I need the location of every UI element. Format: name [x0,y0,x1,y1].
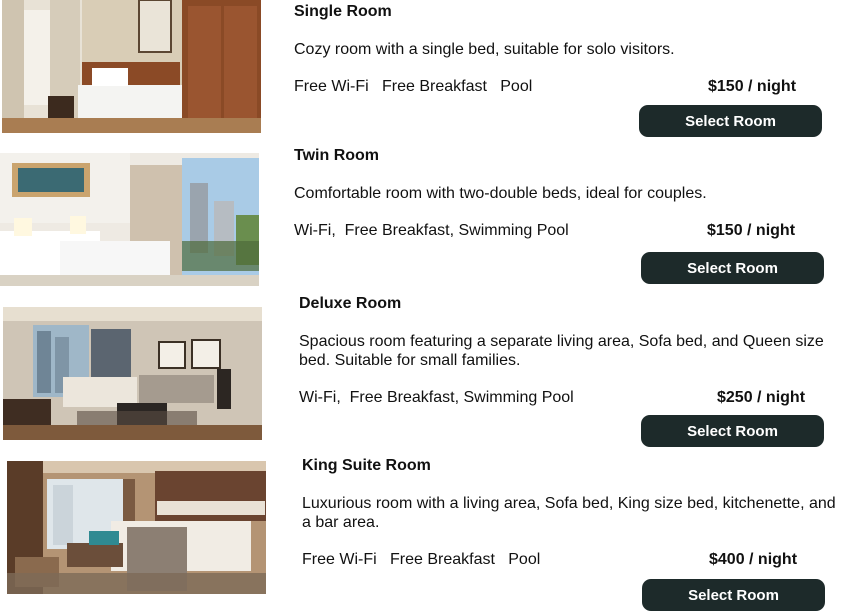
select-room-button[interactable]: Select Room [639,105,822,137]
room-title: Deluxe Room [299,295,402,312]
select-room-button[interactable]: Select Room [642,579,825,611]
room-title: Single Room [294,3,392,20]
select-room-button[interactable]: Select Room [641,415,824,447]
room-card-single: Single Room Cozy room with a single bed,… [0,0,850,140]
room-card-king-suite: King Suite Room Luxurious room with a li… [0,455,850,611]
room-description: Comfortable room with two-double beds, i… [294,185,707,202]
room-amenities: Wi-Fi, Free Breakfast, Swimming Pool [299,389,574,406]
single-room-photo [2,0,261,133]
room-price: $400 / night [709,551,798,568]
room-card-deluxe: Deluxe Room Spacious room featuring a se… [0,295,850,450]
room-card-twin: Twin Room Comfortable room with two-doub… [0,145,850,290]
room-price: $150 / night [708,78,797,95]
room-description: Spacious room featuring a separate livin… [299,333,824,369]
room-amenities: Wi-Fi, Free Breakfast, Swimming Pool [294,222,569,239]
twin-room-photo [0,153,259,286]
room-title: King Suite Room [302,457,431,474]
room-description: Luxurious room with a living area, Sofa … [302,495,836,531]
room-description: Cozy room with a single bed, suitable fo… [294,41,675,58]
room-price: $250 / night [717,389,806,406]
room-amenities: Free Wi-Fi Free Breakfast Pool [294,78,533,95]
room-price: $150 / night [707,222,796,239]
deluxe-room-photo [3,307,262,440]
select-room-button[interactable]: Select Room [641,252,824,284]
room-amenities: Free Wi-Fi Free Breakfast Pool [302,551,541,568]
room-title: Twin Room [294,147,380,164]
king-suite-photo [7,461,266,594]
